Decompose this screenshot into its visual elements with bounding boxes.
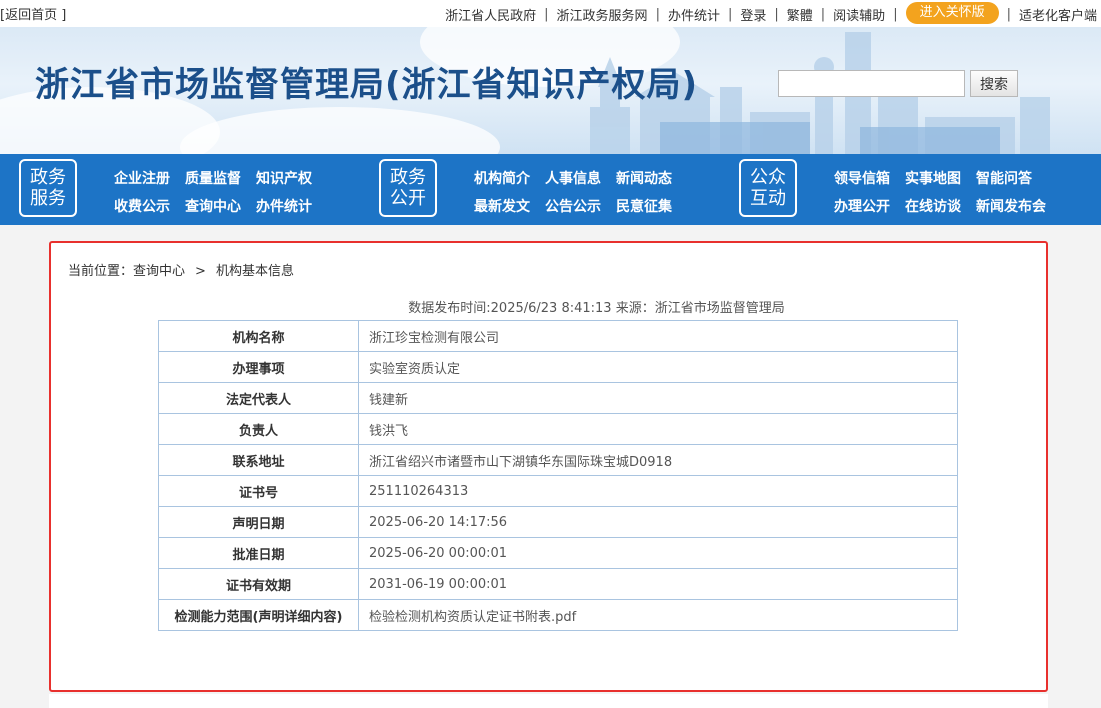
table-row: 声明日期 2025-06-20 14:17:56 (158, 506, 958, 538)
nav-item-public-opinion[interactable]: 民意征集 (616, 196, 672, 216)
table-row: 批准日期 2025-06-20 00:00:01 (158, 537, 958, 569)
nav-item-quality-supervision[interactable]: 质量监督 (185, 168, 241, 188)
row-value: 2025-06-20 00:00:01 (358, 537, 958, 569)
nav-item-news[interactable]: 新闻动态 (616, 168, 672, 188)
table-row: 检测能力范围(声明详细内容) 检验检测机构资质认定证书附表.pdf (158, 599, 958, 631)
row-value: 2031-06-19 00:00:01 (358, 568, 958, 600)
attachment-link[interactable]: 检验检测机构资质认定证书附表.pdf (358, 599, 958, 631)
link-elderly-client[interactable]: 适老化客户端 (1019, 5, 1097, 24)
nav-item-leader-mailbox[interactable]: 领导信箱 (834, 168, 890, 188)
nav-item-query-center[interactable]: 查询中心 (185, 196, 241, 216)
row-label: 办理事项 (158, 351, 359, 383)
top-bar: [返回首页 ] 浙江省人民政府 | 浙江政务服务网 | 办件统计 | 登录 | … (0, 0, 1101, 27)
row-label: 证书有效期 (158, 568, 359, 600)
nav-group-items: 机构简介 人事信息 新闻动态 最新发文 公告公示 民意征集 (474, 168, 672, 216)
header-banner: 浙江省市场监督管理局(浙江省知识产权局) 搜索 (0, 27, 1101, 154)
row-label: 负责人 (158, 413, 359, 445)
nav-item-org-intro[interactable]: 机构简介 (474, 168, 530, 188)
breadcrumb-prefix: 当前位置： (68, 264, 134, 279)
row-label: 证书号 (158, 475, 359, 507)
table-row: 法定代表人 钱建新 (158, 382, 958, 414)
row-value: 钱建新 (358, 382, 958, 414)
link-login[interactable]: 登录 (740, 5, 766, 24)
nav-item-enterprise-registration[interactable]: 企业注册 (114, 168, 170, 188)
link-case-stats[interactable]: 办件统计 (668, 5, 720, 24)
nav-group-label: 互动 (750, 188, 786, 209)
nav-group-label: 政务 (30, 167, 66, 188)
nav-item-latest-docs[interactable]: 最新发文 (474, 196, 530, 216)
link-province-gov[interactable]: 浙江省人民政府 (445, 5, 536, 24)
row-value: 251110264313 (358, 475, 958, 507)
link-traditional[interactable]: 繁體 (787, 5, 813, 24)
care-version-button[interactable]: 进入关怀版 (905, 2, 999, 24)
row-value: 实验室资质认定 (358, 351, 958, 383)
search-button[interactable]: 搜索 (970, 70, 1018, 97)
row-value: 浙江省绍兴市诸暨市山下湖镇华东国际珠宝城D0918 (358, 444, 958, 476)
row-value: 2025-06-20 14:17:56 (358, 506, 958, 538)
row-label: 联系地址 (158, 444, 359, 476)
link-reading-aid[interactable]: 阅读辅助 (833, 5, 885, 24)
nav-group-public-interaction[interactable]: 公众 互动 (739, 159, 797, 217)
breadcrumb-link-query-center[interactable]: 查询中心 (133, 264, 185, 279)
top-links: 浙江省人民政府 | 浙江政务服务网 | 办件统计 | 登录 | 繁體 | 阅读辅… (445, 2, 1097, 24)
row-label: 声明日期 (158, 506, 359, 538)
nav-item-online-interview[interactable]: 在线访谈 (905, 196, 961, 216)
main-nav: 政务 服务 企业注册 质量监督 知识产权 收费公示 查询中心 办件统计 政务 公… (0, 154, 1101, 225)
divider: | (727, 6, 733, 22)
nav-item-handling-disclosure[interactable]: 办理公开 (834, 196, 890, 216)
link-gov-service[interactable]: 浙江政务服务网 (557, 5, 648, 24)
nav-group-label: 政务 (390, 167, 426, 188)
row-label: 批准日期 (158, 537, 359, 569)
nav-item-fee-disclosure[interactable]: 收费公示 (114, 196, 170, 216)
nav-group-items: 领导信箱 实事地图 智能问答 办理公开 在线访谈 新闻发布会 (834, 168, 1046, 216)
divider: | (820, 6, 826, 22)
divider: | (893, 6, 898, 22)
content-bottom (49, 694, 1048, 708)
publish-meta: 数据发布时间:2025/6/23 8:41:13 来源：浙江省市场监督管理局 (408, 301, 785, 316)
nav-group-gov-open[interactable]: 政务 公开 (379, 159, 437, 217)
nav-group-label: 公开 (390, 188, 426, 209)
nav-item-practical-map[interactable]: 实事地图 (905, 168, 961, 188)
nav-item-smart-qa[interactable]: 智能问答 (976, 168, 1046, 188)
divider: | (544, 6, 549, 22)
breadcrumb: 当前位置：查询中心 > 机构基本信息 (68, 260, 294, 279)
site-title: 浙江省市场监督管理局(浙江省知识产权局) (35, 65, 699, 105)
divider: | (774, 6, 779, 22)
table-row: 证书号 251110264313 (158, 475, 958, 507)
search-input[interactable] (778, 70, 965, 97)
table-row: 证书有效期 2031-06-19 00:00:01 (158, 568, 958, 600)
divider: | (1006, 6, 1011, 22)
breadcrumb-separator: > (195, 264, 206, 279)
content-panel: 当前位置：查询中心 > 机构基本信息 数据发布时间:2025/6/23 8:41:1… (49, 241, 1048, 692)
row-label: 检测能力范围(声明详细内容) (158, 599, 359, 631)
nav-group-items: 企业注册 质量监督 知识产权 收费公示 查询中心 办件统计 (114, 168, 312, 216)
row-label: 法定代表人 (158, 382, 359, 414)
table-row: 办理事项 实验室资质认定 (158, 351, 958, 383)
nav-item-personnel-info[interactable]: 人事信息 (545, 168, 601, 188)
row-label: 机构名称 (158, 320, 359, 352)
breadcrumb-current: 机构基本信息 (215, 264, 294, 279)
row-value: 钱洪飞 (358, 413, 958, 445)
table-row: 联系地址 浙江省绍兴市诸暨市山下湖镇华东国际珠宝城D0918 (158, 444, 958, 476)
divider: | (655, 6, 660, 22)
nav-group-label: 服务 (30, 188, 66, 209)
row-value: 浙江珍宝检测有限公司 (358, 320, 958, 352)
table-row: 负责人 钱洪飞 (158, 413, 958, 445)
table-row: 机构名称 浙江珍宝检测有限公司 (158, 320, 958, 352)
nav-item-intellectual-property[interactable]: 知识产权 (256, 168, 312, 188)
back-home-link[interactable]: [返回首页 ] (0, 4, 66, 23)
nav-item-press-conference[interactable]: 新闻发布会 (976, 196, 1046, 216)
nav-item-case-stats[interactable]: 办件统计 (256, 196, 312, 216)
nav-group-gov-service[interactable]: 政务 服务 (19, 159, 77, 217)
info-table: 机构名称 浙江珍宝检测有限公司 办理事项 实验室资质认定 法定代表人 钱建新 负责人 钱洪飞联… (158, 320, 958, 631)
nav-group-label: 公众 (750, 167, 786, 188)
nav-item-announcements[interactable]: 公告公示 (545, 196, 601, 216)
cloud-decoration (180, 107, 500, 154)
